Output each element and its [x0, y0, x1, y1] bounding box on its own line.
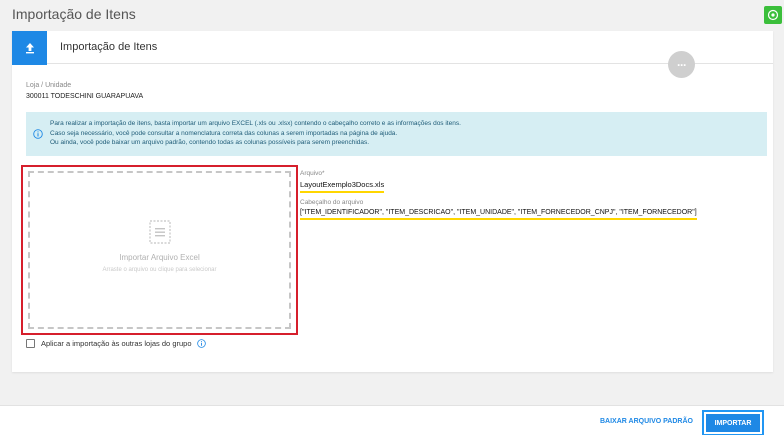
- help-icon[interactable]: [196, 339, 206, 348]
- file-dropzone[interactable]: Importar Arquivo Excel Arraste o arquivo…: [28, 171, 291, 329]
- card-title: Importação de Itens: [60, 41, 158, 53]
- download-template-button[interactable]: BAIXAR ARQUIVO PADRÃO: [600, 418, 693, 425]
- page-title: Importação de Itens: [12, 6, 136, 22]
- file-header-label: Cabeçalho do arquivo: [300, 199, 364, 206]
- info-text: Para realizar a importação de itens, bas…: [50, 119, 461, 148]
- eye-button[interactable]: [764, 6, 782, 24]
- upload-icon: [25, 43, 34, 54]
- footer-bar: BAIXAR ARQUIVO PADRÃO IMPORTAR: [0, 405, 784, 435]
- apply-group-row: Aplicar a importação às outras lojas do …: [26, 339, 206, 348]
- file-icon: [148, 220, 171, 244]
- file-name: LayoutExemplo3Docs.xls: [300, 180, 385, 193]
- store-value: 300011 TODESCHINI GUARAPUAVA: [26, 93, 144, 100]
- apply-group-checkbox[interactable]: [26, 339, 35, 348]
- dropzone-subtitle: Arraste o arquivo ou clique para selecio…: [102, 267, 217, 273]
- dropzone-title: Importar Arquivo Excel: [119, 253, 200, 262]
- import-card: Importação de Itens ··· Loja / Unidade 3…: [12, 31, 773, 372]
- info-line-1: Para realizar a importação de itens, bas…: [50, 120, 461, 127]
- info-icon: [33, 129, 43, 139]
- eye-icon: [767, 9, 779, 21]
- info-line-2: Caso seja necessário, você pode consulta…: [50, 129, 398, 137]
- store-label: Loja / Unidade: [26, 82, 72, 89]
- info-box: Para realizar a importação de itens, bas…: [26, 112, 767, 156]
- file-header-value: ["ITEM_IDENTIFICADOR", "ITEM_DESCRICAO",…: [300, 209, 697, 220]
- dropzone-highlight: Importar Arquivo Excel Arraste o arquivo…: [21, 165, 298, 335]
- import-button[interactable]: IMPORTAR: [706, 414, 760, 432]
- import-button-focus: IMPORTAR: [702, 410, 764, 435]
- file-label: Arquivo*: [300, 170, 325, 177]
- card-header: Importação de Itens: [12, 31, 773, 65]
- upload-tab[interactable]: [12, 31, 47, 65]
- info-line-3: Ou ainda, você pode baixar um arquivo pa…: [50, 139, 370, 147]
- apply-group-label[interactable]: Aplicar a importação às outras lojas do …: [41, 339, 192, 348]
- more-options-button[interactable]: ···: [668, 51, 695, 78]
